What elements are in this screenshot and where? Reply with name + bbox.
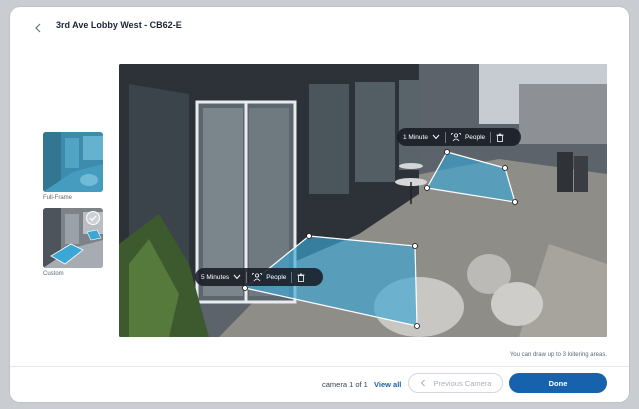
zone-1-duration-select[interactable]: 1 Minute — [403, 134, 440, 141]
zone-2-duration-select[interactable]: 5 Minutes — [201, 274, 241, 281]
divider — [444, 131, 446, 143]
zone-1-duration: 1 Minute — [403, 133, 428, 141]
thumbnail-label: Custom — [43, 271, 64, 277]
zone-2-target-select[interactable]: People — [252, 272, 287, 282]
zone-1-target: People — [464, 133, 486, 141]
zone-1-settings: 1 Minute People — [397, 128, 521, 146]
footer: camera 1 of 1 View all Previous Camera D… — [10, 366, 629, 402]
thumbnail-full-frame[interactable] — [43, 132, 103, 192]
camera-preview: 1 Minute People 5 Minutes People — [119, 64, 607, 337]
zone-2-duration: 5 Minutes — [201, 273, 230, 281]
zone-2-target: People — [266, 273, 287, 281]
camera-scene — [119, 64, 607, 337]
thumbnail-custom[interactable] — [43, 208, 103, 268]
divider — [490, 131, 492, 143]
trash-icon[interactable] — [297, 273, 305, 282]
camera-counter: camera 1 of 1 — [322, 380, 368, 389]
page-title: 3rd Ave Lobby West - CB62-E — [56, 20, 182, 30]
chevron-left-icon — [35, 23, 41, 33]
selected-check-icon — [86, 211, 100, 225]
zone-2-settings: 5 Minutes People — [195, 268, 323, 286]
back-button[interactable] — [30, 20, 46, 36]
previous-camera-label: Previous Camera — [433, 378, 492, 388]
chevron-down-icon — [233, 274, 241, 280]
previous-camera-button[interactable]: Previous Camera — [408, 373, 503, 393]
people-icon — [252, 272, 263, 281]
loitering-hint: You can draw up to 3 loitering areas. — [509, 352, 607, 358]
thumbnail-label: Full-Frame — [43, 195, 73, 201]
header: 3rd Ave Lobby West - CB62-E — [10, 7, 629, 47]
full-frame-preview — [43, 132, 103, 192]
chevron-left-icon — [420, 379, 425, 387]
view-all-link[interactable]: View all — [374, 380, 401, 389]
done-button[interactable]: Done — [509, 373, 607, 393]
trash-icon[interactable] — [496, 133, 504, 142]
dialog: 3rd Ave Lobby West - CB62-E Full-Frame C… — [10, 7, 629, 402]
zone-1-target-select[interactable]: People — [451, 132, 486, 142]
people-icon — [451, 132, 461, 141]
divider — [246, 271, 248, 283]
divider — [291, 271, 293, 283]
chevron-down-icon — [432, 134, 440, 140]
